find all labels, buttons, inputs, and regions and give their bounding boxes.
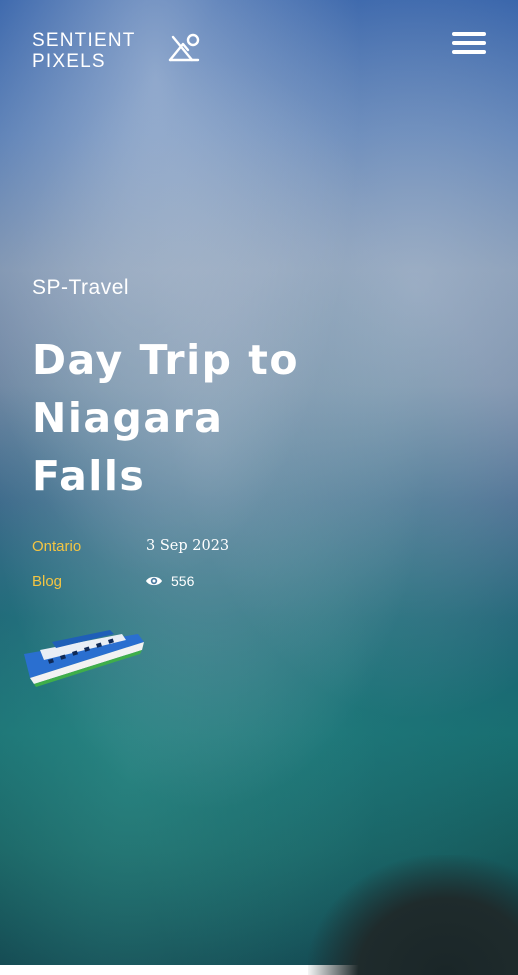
- hero-rocks: [308, 855, 518, 975]
- boat-illustration: [24, 630, 144, 687]
- site-header: SENTIENT PIXELS: [0, 0, 518, 90]
- post-type-link[interactable]: Blog: [32, 573, 62, 590]
- post-date: 3 Sep 2023: [146, 538, 230, 554]
- location-link[interactable]: Ontario: [32, 538, 81, 555]
- logo-line-1: SENTIENT: [32, 30, 136, 51]
- post-title: Day Trip to Niagara Falls: [32, 336, 300, 500]
- hamburger-icon[interactable]: [452, 30, 488, 56]
- view-count-value: 556: [171, 573, 195, 589]
- eye-icon: [146, 576, 162, 586]
- person-mountain-icon[interactable]: [166, 32, 202, 64]
- post-category[interactable]: SP-Travel: [32, 276, 129, 300]
- site-logo-text[interactable]: SENTIENT PIXELS: [32, 30, 136, 72]
- view-count: 556: [145, 573, 194, 589]
- logo-line-2: PIXELS: [32, 51, 106, 72]
